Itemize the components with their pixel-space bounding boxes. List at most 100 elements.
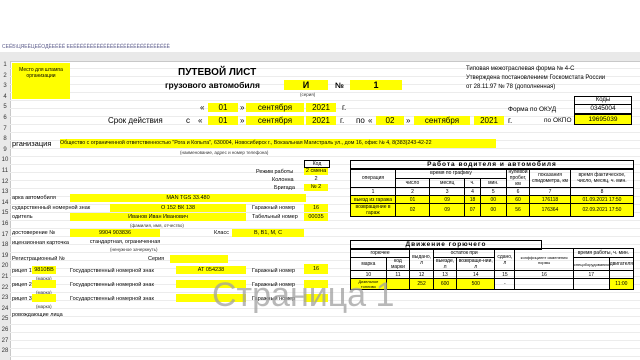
card-field[interactable]: стандартная, ограниченная bbox=[70, 239, 180, 246]
fuel-c3[interactable]: 600 bbox=[432, 278, 458, 290]
row-number[interactable]: 7 bbox=[0, 126, 10, 132]
row-number[interactable]: 21 bbox=[0, 274, 10, 280]
fuel-h-returned: сдано, л bbox=[494, 248, 516, 271]
garage-field[interactable]: 16 bbox=[304, 204, 328, 212]
dw-s-day: число bbox=[395, 177, 430, 188]
driver-field[interactable]: Иванов Иван Иванович bbox=[70, 213, 246, 221]
mode-field[interactable]: 2 смена bbox=[304, 168, 328, 175]
row-number[interactable]: 18 bbox=[0, 242, 10, 248]
row-number[interactable]: 3 bbox=[0, 83, 10, 89]
row-number[interactable]: 27 bbox=[0, 338, 10, 344]
dw-r0-c0[interactable]: выезд из гаража bbox=[350, 195, 396, 204]
row-number[interactable]: 16 bbox=[0, 221, 10, 227]
trailer1-field[interactable]: 9810ВВ bbox=[32, 266, 56, 274]
license-field[interactable]: 9904 903836 bbox=[70, 229, 160, 237]
tabel-field[interactable]: 00035 bbox=[304, 213, 328, 221]
trailer3-plate-label: Государственный номерной знак bbox=[70, 296, 154, 302]
fuel-s-code: код марки bbox=[385, 257, 411, 271]
to-month-field[interactable]: сентября bbox=[414, 116, 470, 125]
dw-r1-c0[interactable]: возвращение в гараж bbox=[350, 203, 396, 217]
fuel-c8[interactable]: 11:00 bbox=[608, 278, 635, 290]
dw-r0-c3[interactable]: 18 bbox=[464, 195, 481, 204]
fuel-c7[interactable] bbox=[572, 278, 610, 290]
dw-r1-c4[interactable]: 00 bbox=[479, 203, 508, 217]
dw-r1-c2[interactable]: 09 bbox=[428, 203, 466, 217]
row-number[interactable]: 17 bbox=[0, 232, 10, 238]
fuel-header-row: горючее выдано, л остаток при сдано, л к… bbox=[349, 248, 635, 271]
dw-r0-c2[interactable]: 09 bbox=[428, 195, 466, 204]
row-number[interactable]: 24 bbox=[0, 306, 10, 312]
column-field[interactable]: 2 bbox=[304, 176, 328, 183]
driver-work-header-row: операция время по графику нулевой пробег… bbox=[350, 168, 634, 188]
row-number[interactable]: 11 bbox=[0, 168, 10, 174]
row-number[interactable]: 5 bbox=[0, 104, 10, 110]
okud-field[interactable]: 0345004 bbox=[574, 104, 632, 114]
dw-n: 6 bbox=[506, 187, 530, 196]
row-number[interactable]: 9 bbox=[0, 147, 10, 153]
from-year-field[interactable]: 2021 bbox=[306, 116, 336, 125]
driver-work-num-row: 1 2 3 4 5 6 7 8 bbox=[350, 187, 634, 196]
dw-r1-c3[interactable]: 07 bbox=[464, 203, 481, 217]
series-label: Серия bbox=[148, 256, 165, 262]
trailer2-field[interactable] bbox=[32, 280, 56, 288]
series-field-vehicle[interactable] bbox=[170, 255, 228, 263]
plate-field[interactable]: О 152 ВК 138 bbox=[110, 204, 246, 212]
dw-r1-c5[interactable]: 56 bbox=[506, 203, 530, 217]
date-quote-open: « bbox=[200, 103, 205, 112]
row-number[interactable]: 1 bbox=[0, 62, 10, 68]
row-number[interactable]: 25 bbox=[0, 316, 10, 322]
trailer3-field[interactable] bbox=[32, 294, 56, 302]
okpo-field[interactable]: 19695039 bbox=[574, 114, 632, 125]
row-number[interactable]: 13 bbox=[0, 189, 10, 195]
row-number[interactable]: 22 bbox=[0, 285, 10, 291]
row-number[interactable]: 8 bbox=[0, 136, 10, 142]
to-day-field[interactable]: 02 bbox=[376, 116, 404, 125]
stamp-place[interactable]: Место для штампа организации bbox=[12, 63, 70, 99]
from-month-field[interactable]: сентября bbox=[246, 116, 304, 125]
dw-r1-c7[interactable]: 02.09.2021 17:50 bbox=[570, 203, 634, 217]
trailer1-label: рицеп 1 bbox=[12, 268, 32, 274]
class-field[interactable]: B, B1, M, C bbox=[232, 229, 304, 237]
row-number[interactable]: 15 bbox=[0, 210, 10, 216]
dw-r0-c4[interactable]: 00 bbox=[479, 195, 508, 204]
dw-r0-c6[interactable]: 176118 bbox=[529, 195, 571, 204]
row-number[interactable]: 20 bbox=[0, 263, 10, 269]
validity-label: Срок действия bbox=[108, 116, 163, 125]
dw-r0-c1[interactable]: 01 bbox=[395, 195, 430, 204]
fuel-c4[interactable]: 500 bbox=[456, 278, 496, 290]
fuel-c2[interactable]: 252 bbox=[409, 278, 434, 290]
row-number[interactable]: 6 bbox=[0, 115, 10, 121]
row-number[interactable]: 23 bbox=[0, 295, 10, 301]
row-number[interactable]: 12 bbox=[0, 179, 10, 185]
date-day-field[interactable]: 01 bbox=[208, 103, 238, 112]
row-number[interactable]: 28 bbox=[0, 348, 10, 354]
row-number[interactable]: 14 bbox=[0, 200, 10, 206]
date-month-field[interactable]: сентября bbox=[246, 103, 304, 112]
series-field[interactable]: И bbox=[284, 80, 328, 90]
dw-r1-c6[interactable]: 176364 bbox=[529, 203, 571, 217]
row-number[interactable]: 2 bbox=[0, 73, 10, 79]
brigade-field[interactable]: № 2 bbox=[304, 184, 328, 191]
brand-field[interactable]: MAN TGS 33.480 bbox=[70, 194, 306, 202]
trailer1-garage-field[interactable]: 16 bbox=[304, 264, 328, 274]
row-number[interactable]: 26 bbox=[0, 327, 10, 333]
date-year-field[interactable]: 2021 bbox=[306, 103, 336, 112]
dw-r0-c7[interactable]: 01.09.2021 17:50 bbox=[570, 195, 634, 204]
dw-n: 2 bbox=[395, 187, 430, 196]
row-number[interactable]: 4 bbox=[0, 94, 10, 100]
dw-r0-c5[interactable]: 60 bbox=[506, 195, 530, 204]
org-field[interactable]: Общество с ограниченной ответственностью… bbox=[60, 139, 496, 148]
row-number[interactable]: 10 bbox=[0, 157, 10, 163]
fuel-s-in: возвраще-нии, л bbox=[456, 257, 496, 271]
card-label: ицензионная карточка bbox=[12, 240, 69, 246]
fuel-n: 17 bbox=[572, 270, 610, 279]
class-label: Класс bbox=[214, 230, 229, 236]
trailer1-plate-field[interactable]: АТ 054238 bbox=[176, 266, 246, 274]
row-number[interactable]: 19 bbox=[0, 253, 10, 259]
fuel-c6[interactable] bbox=[514, 278, 574, 290]
fuel-c5[interactable]: - bbox=[494, 278, 516, 290]
from-day-field[interactable]: 01 bbox=[208, 116, 238, 125]
to-year-field[interactable]: 2021 bbox=[474, 116, 504, 125]
number-field[interactable]: 1 bbox=[350, 80, 402, 90]
dw-r1-c1[interactable]: 02 bbox=[395, 203, 430, 217]
